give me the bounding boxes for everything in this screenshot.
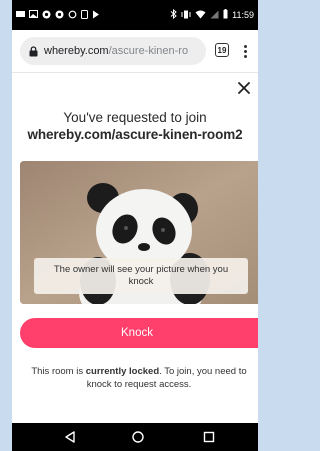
address-bar[interactable]: whereby.com/ascure-kinen-ro bbox=[20, 37, 206, 65]
battery-icon bbox=[223, 9, 228, 21]
status-time: 11:59 bbox=[232, 10, 254, 20]
url-path: /ascure-kinen-ro bbox=[108, 45, 189, 57]
sync-icon bbox=[68, 10, 77, 21]
edge-icon bbox=[42, 10, 51, 21]
vibrate-icon bbox=[181, 10, 191, 21]
notice-text-start: This room is bbox=[31, 366, 86, 377]
back-icon[interactable] bbox=[64, 431, 76, 443]
status-left-icons bbox=[16, 9, 100, 21]
android-nav-bar bbox=[12, 423, 258, 451]
url-host: whereby.com bbox=[44, 45, 109, 57]
knock-button[interactable]: Knock bbox=[20, 318, 258, 348]
dialog-title: You've requested to join bbox=[63, 110, 207, 125]
browser-toolbar: whereby.com/ascure-kinen-ro 19 bbox=[12, 30, 258, 73]
status-bar: 11:59 bbox=[12, 0, 258, 30]
notice-locked-status: currently locked bbox=[85, 366, 160, 377]
home-icon[interactable] bbox=[131, 430, 145, 444]
menu-dot bbox=[243, 54, 247, 58]
edge-icon bbox=[55, 10, 64, 21]
menu-dot bbox=[243, 44, 247, 48]
recent-apps-icon[interactable] bbox=[203, 431, 215, 443]
phone-icon bbox=[81, 9, 88, 21]
lock-icon bbox=[29, 45, 38, 56]
knock-button-label: Knock bbox=[121, 327, 153, 339]
menu-dot bbox=[243, 49, 247, 53]
tab-switcher-button[interactable]: 19 bbox=[215, 43, 229, 57]
status-right-icons: 11:59 bbox=[170, 8, 254, 21]
bluetooth-icon bbox=[170, 8, 177, 21]
preview-caption: The owner will see your picture when you… bbox=[34, 258, 248, 294]
close-icon[interactable] bbox=[236, 80, 252, 96]
play-icon bbox=[92, 10, 100, 21]
wifi-icon bbox=[195, 10, 206, 21]
image-icon bbox=[29, 10, 38, 20]
message-icon bbox=[16, 10, 25, 20]
room-url: whereby.com/ascure-kinen-room2 bbox=[27, 127, 243, 142]
browser-menu-button[interactable] bbox=[241, 41, 249, 61]
locked-room-notice: This room is currently locked. To join, … bbox=[26, 365, 252, 391]
signal-icon bbox=[210, 10, 219, 21]
phone-screen: 11:59 whereby.com/ascure-kinen-ro 19 You… bbox=[12, 0, 258, 451]
